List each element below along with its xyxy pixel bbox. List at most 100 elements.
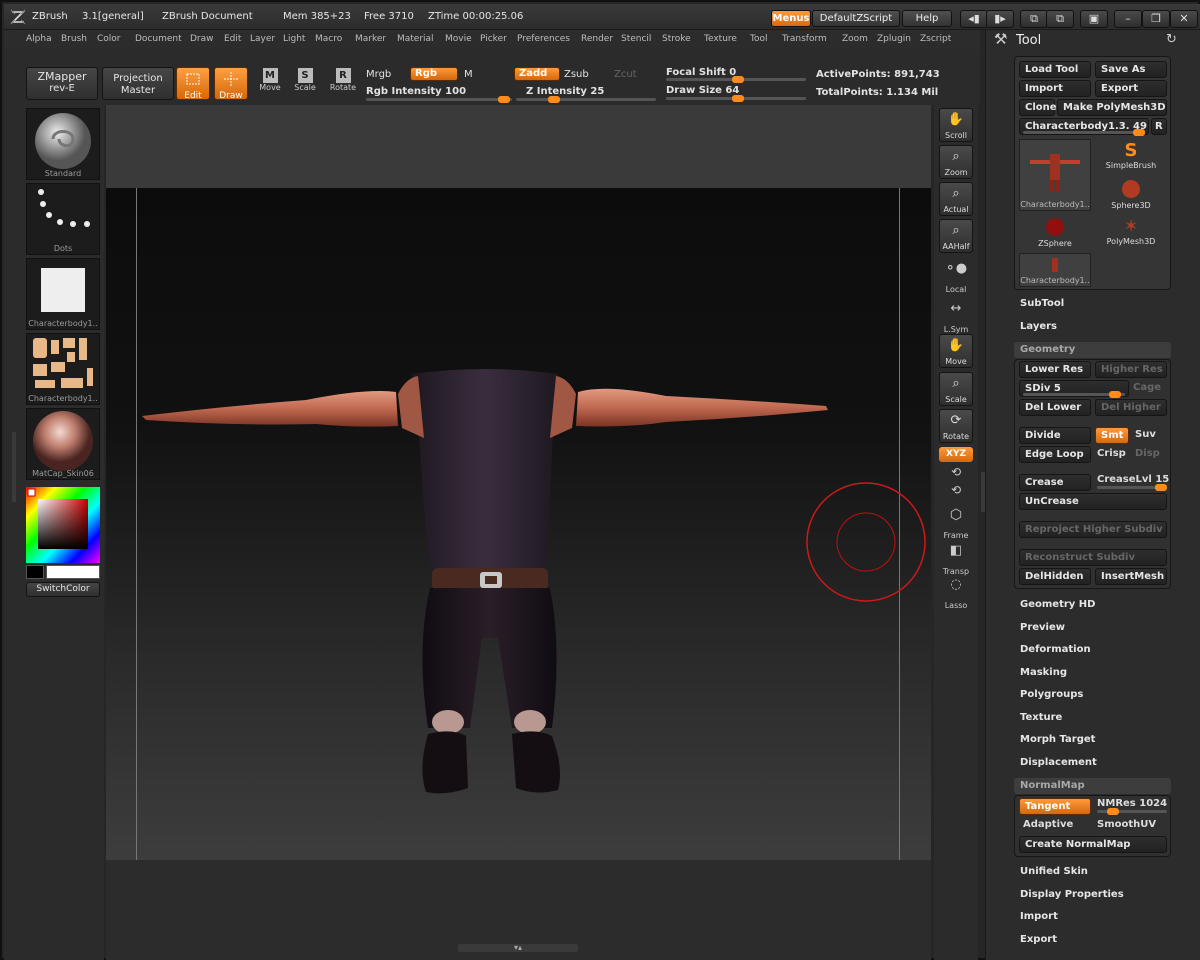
- display-properties-section[interactable]: Display Properties: [1020, 889, 1124, 900]
- subtool-section[interactable]: SubTool: [1020, 298, 1064, 309]
- smoothuv-toggle[interactable]: SmoothUV: [1097, 819, 1156, 830]
- make-polymesh-button[interactable]: Make PolyMesh3D: [1057, 99, 1167, 116]
- edge-loop-button[interactable]: Edge Loop: [1019, 446, 1091, 463]
- close-icon[interactable]: ✕: [1170, 10, 1198, 28]
- layout-2-icon[interactable]: ⧉: [1046, 10, 1074, 28]
- menu-tool[interactable]: Tool: [750, 34, 767, 44]
- polygroups-section[interactable]: Polygroups: [1020, 689, 1083, 700]
- tool-r-button[interactable]: R: [1151, 118, 1167, 135]
- rotate-button[interactable]: R Rotate: [326, 68, 360, 104]
- menu-stencil[interactable]: Stencil: [621, 34, 651, 44]
- masking-section[interactable]: Masking: [1020, 667, 1067, 678]
- save-as-button[interactable]: Save As: [1095, 61, 1167, 78]
- higher-res-button[interactable]: Higher Res: [1095, 361, 1167, 378]
- xyz-toggle[interactable]: XYZ: [939, 447, 973, 462]
- menu-stroke[interactable]: Stroke: [662, 34, 691, 44]
- reproject-subdiv-button[interactable]: Reproject Higher Subdiv: [1019, 521, 1167, 538]
- crisp-toggle[interactable]: Crisp: [1097, 448, 1126, 459]
- insertmesh-button[interactable]: InsertMesh: [1095, 568, 1167, 585]
- clone-button[interactable]: Clone: [1019, 99, 1057, 116]
- tool-zsphere[interactable]: ZSphere: [1019, 217, 1091, 253]
- zoom-button[interactable]: ⌕ Zoom: [939, 145, 973, 179]
- reconstruct-subdiv-button[interactable]: Reconstruct Subdiv: [1019, 549, 1167, 566]
- menu-preferences[interactable]: Preferences: [517, 34, 570, 44]
- rgb-intensity-slider[interactable]: [366, 96, 512, 103]
- menu-zoom[interactable]: Zoom: [842, 34, 868, 44]
- scale-view-button[interactable]: ⌕ Scale: [939, 372, 973, 406]
- rgb-intensity-knob[interactable]: [498, 96, 510, 103]
- unified-skin-section[interactable]: Unified Skin: [1020, 866, 1088, 877]
- lower-res-button[interactable]: Lower Res: [1019, 361, 1091, 378]
- secondary-color-swatch[interactable]: [26, 565, 44, 579]
- tray-divider-handle[interactable]: [981, 472, 985, 512]
- export-section[interactable]: Export: [1020, 934, 1057, 945]
- zcut-toggle[interactable]: Zcut: [614, 69, 637, 80]
- uncrease-button[interactable]: UnCrease: [1019, 493, 1167, 510]
- m-toggle[interactable]: M: [464, 69, 473, 80]
- menu-texture[interactable]: Texture: [704, 34, 737, 44]
- geometry-hd-section[interactable]: Geometry HD: [1020, 599, 1095, 610]
- mrgb-toggle[interactable]: Mrgb: [366, 69, 391, 80]
- rotate-y-icon[interactable]: ⟲: [939, 465, 973, 485]
- menu-document[interactable]: Document: [135, 34, 182, 44]
- geometry-header[interactable]: Geometry: [1014, 342, 1171, 358]
- texture-section[interactable]: Texture: [1020, 712, 1062, 723]
- menu-brush[interactable]: Brush: [61, 34, 87, 44]
- tangent-toggle[interactable]: Tangent: [1019, 798, 1091, 815]
- menu-marker[interactable]: Marker: [355, 34, 386, 44]
- brush-thumbnail[interactable]: Standard: [26, 108, 100, 180]
- tool-polymesh3d[interactable]: ✶ PolyMesh3D: [1095, 217, 1167, 253]
- scroll-button[interactable]: ✋ Scroll: [939, 108, 973, 142]
- deformation-section[interactable]: Deformation: [1020, 644, 1091, 655]
- crease-level-knob[interactable]: [1155, 484, 1167, 491]
- bottom-tray-handle-icon[interactable]: ▾▴: [458, 944, 578, 952]
- layout-1-icon[interactable]: ⧉: [1020, 10, 1048, 28]
- palette-reset-icon[interactable]: ↻: [1166, 32, 1177, 47]
- actual-button[interactable]: ⌕ Actual: [939, 182, 973, 216]
- help-button[interactable]: Help: [902, 10, 952, 27]
- disp-slider[interactable]: Disp: [1135, 448, 1160, 459]
- rotate-view-button[interactable]: ⟳ Rotate: [939, 409, 973, 443]
- current-tool-track[interactable]: [1023, 129, 1145, 136]
- lock-icon[interactable]: ▣: [1080, 10, 1108, 28]
- del-lower-button[interactable]: Del Lower: [1019, 399, 1091, 416]
- focal-shift-slider[interactable]: [666, 76, 806, 83]
- menu-transform[interactable]: Transform: [782, 34, 827, 44]
- menu-color[interactable]: Color: [97, 34, 121, 44]
- material-thumbnail[interactable]: MatCap_Skin06: [26, 408, 100, 480]
- draw-button[interactable]: Draw: [214, 67, 248, 101]
- layout-left-icon[interactable]: ◂▮: [960, 10, 988, 28]
- texture-thumbnail[interactable]: Characterbody1..: [26, 333, 100, 405]
- move-button[interactable]: M Move: [253, 68, 287, 104]
- menu-alpha[interactable]: Alpha: [26, 34, 52, 44]
- frame-button[interactable]: ⬡ Frame: [939, 507, 973, 541]
- menu-light[interactable]: Light: [283, 34, 305, 44]
- adaptive-toggle[interactable]: Adaptive: [1023, 819, 1073, 830]
- layout-right-icon[interactable]: ▮▸: [986, 10, 1014, 28]
- local-button[interactable]: ⚬● Local: [939, 261, 973, 295]
- move-view-button[interactable]: ✋ Move: [939, 334, 973, 368]
- menu-zscript[interactable]: Zscript: [920, 34, 951, 44]
- tool-thumb-characterbody-2[interactable]: Characterbody1..: [1019, 253, 1091, 287]
- zmapper-button[interactable]: ZMapper rev-E: [26, 67, 98, 100]
- crease-level-slider[interactable]: [1097, 484, 1167, 491]
- menu-movie[interactable]: Movie: [445, 34, 472, 44]
- preview-section[interactable]: Preview: [1020, 622, 1065, 633]
- rotate-z-icon[interactable]: ⟲: [939, 483, 973, 503]
- color-picker[interactable]: [26, 487, 100, 563]
- draw-size-knob[interactable]: [732, 95, 744, 102]
- menu-layer[interactable]: Layer: [250, 34, 275, 44]
- current-tool-knob[interactable]: [1133, 129, 1145, 136]
- edit-button[interactable]: Edit: [176, 67, 210, 101]
- normalmap-header[interactable]: NormalMap: [1014, 778, 1171, 794]
- menu-material[interactable]: Material: [397, 34, 434, 44]
- zadd-toggle[interactable]: Zadd: [514, 67, 560, 81]
- divide-button[interactable]: Divide: [1019, 427, 1091, 444]
- load-tool-button[interactable]: Load Tool: [1019, 61, 1091, 78]
- alpha-thumbnail[interactable]: Characterbody1..: [26, 258, 100, 330]
- smt-toggle[interactable]: Smt: [1095, 427, 1129, 444]
- menus-button[interactable]: Menus: [771, 10, 811, 27]
- tool-simplebrush[interactable]: S SimpleBrush: [1095, 141, 1167, 177]
- rgb-toggle[interactable]: Rgb: [410, 67, 458, 81]
- draw-size-slider[interactable]: [666, 95, 806, 102]
